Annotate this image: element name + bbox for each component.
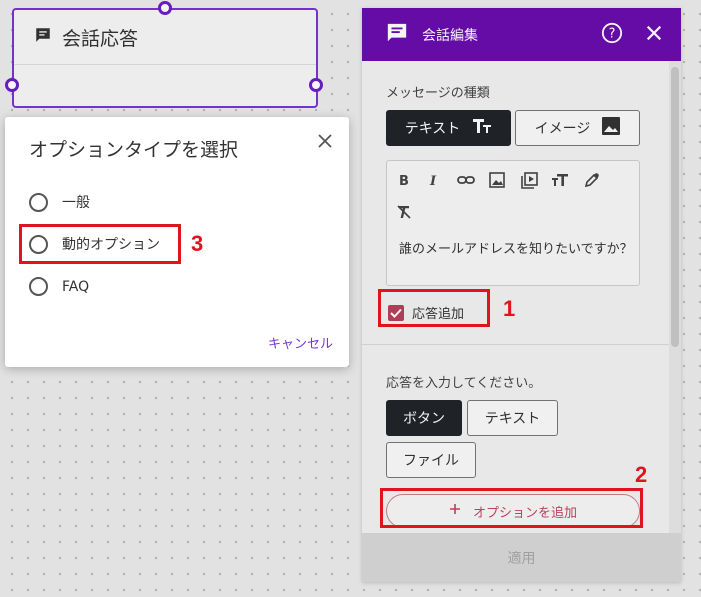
annotation-number-2: 2 <box>635 462 648 487</box>
cancel-button[interactable]: キャンセル <box>268 333 333 352</box>
modal-title: オプションタイプを選択 <box>29 139 239 161</box>
option-faq[interactable]: FAQ <box>29 277 89 296</box>
option-general[interactable]: 一般 <box>29 192 90 212</box>
radio-faq[interactable] <box>29 277 48 296</box>
radio-general[interactable] <box>29 192 48 212</box>
annotation-number-1: 1 <box>503 296 516 321</box>
annotation-box-3 <box>19 224 181 264</box>
annotation-box-2 <box>380 488 643 528</box>
annotation-box-1 <box>378 289 490 327</box>
modal-close-icon[interactable] <box>315 131 335 151</box>
annotation-number-3: 3 <box>191 231 204 256</box>
